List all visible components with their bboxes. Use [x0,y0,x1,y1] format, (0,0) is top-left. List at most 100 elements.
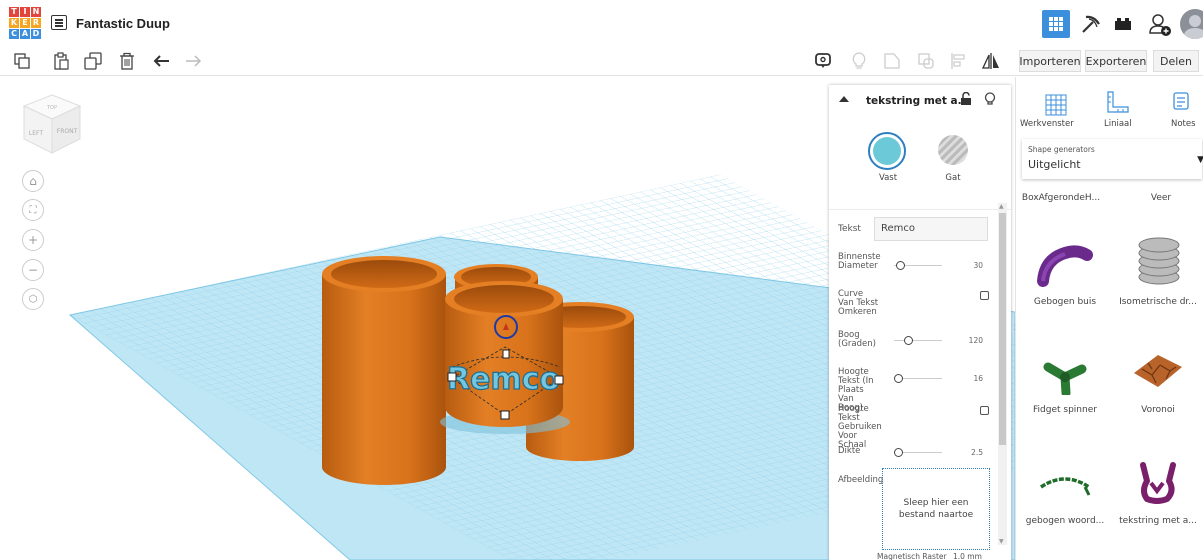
logo-letter: T [9,7,19,17]
resize-handle[interactable] [447,372,457,382]
lightbulb-icon [984,92,996,105]
redo-button[interactable] [183,51,203,71]
notes-tool[interactable] [1166,85,1196,119]
shape-inspector: tekstring met a... Vast Gat ▲ ▼ Tekst Re… [829,85,1011,560]
shape-caption: Gebogen buis [1033,297,1097,307]
plus-icon: + [27,233,39,247]
notes-label: Notes [1171,119,1196,129]
use-text-height-checkbox[interactable] [980,406,989,415]
paste-button[interactable] [51,51,71,71]
image-label: Afbeelding [838,475,884,485]
zoom-in-button[interactable]: + [22,229,44,251]
copy-button[interactable] [12,51,32,71]
text-input[interactable]: Remco [874,217,988,241]
solid-option[interactable] [868,132,906,170]
export-button[interactable]: Exporteren [1085,50,1147,72]
snap-grid-value: 1.0 mm [952,552,982,560]
3d-design-view-button[interactable] [1042,10,1070,38]
group-icon [884,53,900,69]
snap-grid-control[interactable]: Magnetisch Raster 1.0 mm [877,552,1011,560]
workplane-label: Werkvenster [1020,119,1074,129]
zoom-out-button[interactable]: − [22,259,44,281]
shape-tile-voronoi[interactable]: Voronoi [1113,337,1203,427]
pickaxe-icon [1082,15,1100,33]
cylinder-tall[interactable] [322,256,446,485]
logo-letter: I [20,7,30,17]
duplicate-icon [84,52,102,70]
remco-text-model[interactable]: Remco [446,361,560,397]
delete-button[interactable] [117,51,137,71]
lock-button[interactable] [960,91,974,108]
props-scrollbar[interactable]: ▲ ▼ [998,203,1007,545]
logo-letter: R [31,18,41,28]
logo-letter: N [31,7,41,17]
align-button[interactable] [947,50,969,72]
shape-tile-curved-word[interactable]: gebogen woord... [1021,447,1109,537]
inner-diameter-label: Binnenste Diameter [838,252,881,271]
view-cube[interactable]: TOP LEFT FRONT [22,93,82,154]
collapse-inspector-button[interactable] [838,94,850,106]
shape-tile-bent-tube[interactable]: Gebogen buis [1021,227,1109,317]
snap-grid-label: Magnetisch Raster [877,552,947,560]
mirror-button[interactable] [980,50,1002,72]
shape-caption: gebogen woord... [1025,516,1105,526]
image-drop-zone[interactable]: Sleep hier een bestand naartoe [882,468,990,550]
ungroup-button[interactable] [915,50,937,72]
hole-option[interactable] [938,135,968,165]
ruler-tool[interactable] [1098,85,1138,119]
slider-knob[interactable] [896,261,905,270]
visibility-button[interactable] [984,92,998,108]
tinkercad-logo[interactable]: T I N K E R C A D [9,7,41,39]
logo-letter: E [20,18,30,28]
height-handle[interactable] [502,349,510,359]
thickness-slider[interactable] [894,448,942,457]
undo-button[interactable] [152,51,172,71]
import-button[interactable]: Importeren [1019,50,1081,72]
text-height-slider[interactable] [894,374,942,383]
shape-caption: Fidget spinner [1033,405,1097,415]
inner-diameter-slider[interactable] [894,261,942,270]
add-user-icon [1149,14,1171,36]
light-tool-button[interactable] [848,50,870,72]
solid-label: Vast [878,173,898,183]
blocks-view-button[interactable] [1078,10,1104,38]
arc-degrees-slider[interactable] [894,336,942,345]
unlock-icon [961,91,971,105]
resize-handle[interactable] [500,410,510,420]
minus-icon: − [27,263,39,277]
resize-handle[interactable] [554,375,564,385]
chevron-up-icon [839,96,849,102]
logo-letter: C [9,29,19,39]
ruler-label: Liniaal [1104,119,1132,129]
speech-bubble-icon [815,53,831,68]
home-view-button[interactable]: ⌂ [22,170,44,192]
use-text-height-label: Hoogte Tekst Gebruiken Voor Schaal [838,404,882,450]
group-button[interactable] [881,50,903,72]
thickness-value: 2.5 [971,448,983,457]
slider-knob[interactable] [904,336,913,345]
share-button[interactable]: Delen [1153,50,1199,72]
brick-icon [1115,18,1131,30]
text-ring-icon [1140,462,1176,504]
category-select[interactable]: Shape generators Uitgelicht ▼ [1022,139,1203,179]
bricks-view-button[interactable] [1110,10,1136,38]
notes-tool-button[interactable] [812,50,834,72]
slider-knob[interactable] [894,374,903,383]
bent-tube-icon [1037,245,1093,287]
design-title[interactable]: Fantastic Duup [76,16,170,31]
invite-user-button[interactable] [1145,10,1175,40]
arc-degrees-value: 120 [968,336,983,345]
shape-tile-iso-thread[interactable]: Isometrische dr... [1113,227,1203,317]
shape-caption: Veer [1150,193,1172,203]
ortho-view-button[interactable]: ⬡ [22,288,44,310]
duplicate-button[interactable] [83,51,103,71]
fit-view-button[interactable]: ⛶ [22,199,44,221]
avatar[interactable] [1180,9,1203,39]
shape-tile-text-ring[interactable]: tekstring met a... [1113,447,1203,537]
shape-tile-fidget-spinner[interactable]: Fidget spinner [1021,337,1109,427]
slider-knob[interactable] [894,448,903,457]
shape-library: Werkvenster Liniaal Notes Shape generato… [1015,77,1203,560]
redo-icon [186,55,202,67]
reverse-curve-checkbox[interactable] [980,291,989,300]
design-menu-icon[interactable] [51,15,67,30]
